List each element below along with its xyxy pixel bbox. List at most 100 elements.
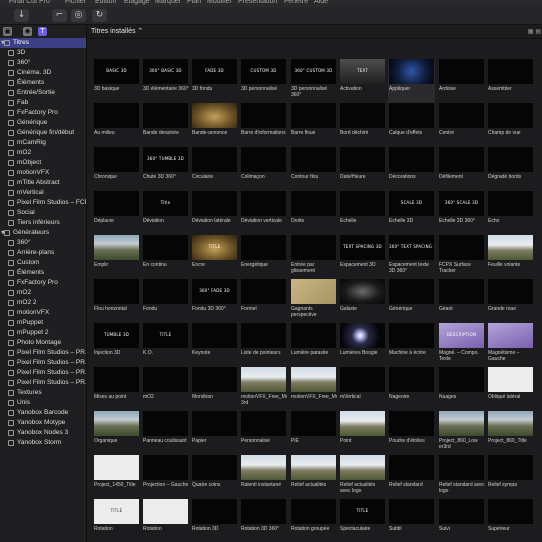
title-thumbnail[interactable] xyxy=(340,455,385,480)
title-thumbnail[interactable] xyxy=(94,411,139,436)
menu-item[interactable]: Élagage xyxy=(124,0,150,5)
title-thumbnail[interactable] xyxy=(439,235,484,260)
title-thumbnail[interactable]: 360° TUMBLE 3D xyxy=(143,147,188,172)
title-thumbnail-cell[interactable]: En continu xyxy=(142,235,189,279)
title-thumbnail[interactable] xyxy=(291,367,336,392)
title-thumbnail-cell[interactable]: Machine à écrire xyxy=(388,323,435,367)
title-thumbnail-cell[interactable]: FADE 3D 3D fondu xyxy=(191,59,238,103)
sidebar-item[interactable]: Fab xyxy=(0,98,86,108)
title-thumbnail[interactable] xyxy=(488,59,533,84)
title-thumbnail-cell[interactable]: Fondu xyxy=(142,279,189,323)
title-thumbnail-cell[interactable]: Formel xyxy=(240,279,287,323)
title-thumbnail[interactable] xyxy=(389,455,434,480)
title-thumbnail-cell[interactable]: Centré xyxy=(438,103,485,147)
title-thumbnail-cell[interactable]: Supérieur xyxy=(487,499,534,542)
sidebar-item[interactable]: Pixel Film Studios – PR... xyxy=(0,348,86,358)
sidebar-item[interactable]: Pixel Film Studios – PR... xyxy=(0,358,86,368)
title-thumbnail[interactable]: CUSTOM 3D xyxy=(241,59,286,84)
title-thumbnail[interactable] xyxy=(291,191,336,216)
title-thumbnail-cell[interactable]: motionVFX_Free_Motion_..._Title xyxy=(290,367,337,411)
title-thumbnail-cell[interactable]: TITLE K.O. xyxy=(142,323,189,367)
title-thumbnail-cell[interactable]: Quatre coins xyxy=(191,455,238,499)
title-thumbnail-cell[interactable]: motionVFX_Free_Motion_...owel 3rd xyxy=(240,367,287,411)
title-thumbnail[interactable]: FADE 3D xyxy=(192,59,237,84)
title-thumbnail-cell[interactable]: Date/Heure xyxy=(339,147,386,191)
sidebar-item[interactable]: 360° xyxy=(0,238,86,248)
title-thumbnail-cell[interactable]: CUSTOM 3D 3D personnalisé xyxy=(240,59,287,103)
title-thumbnail-cell[interactable]: 360° TUMBLE 3D Chute 3D 360° xyxy=(142,147,189,191)
title-thumbnail-cell[interactable]: 360° SCALE 3D Échelle 3D 360° xyxy=(438,191,485,235)
title-thumbnail[interactable] xyxy=(241,235,286,260)
title-thumbnail[interactable] xyxy=(488,235,533,260)
title-thumbnail[interactable] xyxy=(439,455,484,480)
title-thumbnail[interactable] xyxy=(94,103,139,128)
title-thumbnail[interactable] xyxy=(340,411,385,436)
title-thumbnail[interactable]: TITLE xyxy=(340,499,385,524)
title-thumbnail[interactable] xyxy=(488,411,533,436)
title-thumbnail[interactable] xyxy=(94,147,139,172)
title-thumbnail-cell[interactable]: Énergétique xyxy=(240,235,287,279)
title-thumbnail[interactable] xyxy=(143,455,188,480)
title-thumbnail[interactable] xyxy=(340,367,385,392)
photos-tab[interactable]: ◉ xyxy=(23,27,32,36)
title-thumbnail[interactable] xyxy=(389,59,434,84)
title-thumbnail-cell[interactable]: Circulaire xyxy=(191,147,238,191)
title-thumbnail-cell[interactable]: Bande-annonce xyxy=(191,103,238,147)
title-thumbnail-cell[interactable]: Nageoire xyxy=(388,367,435,411)
title-thumbnail[interactable] xyxy=(389,411,434,436)
sidebar-item[interactable]: mPuppet 2 xyxy=(0,328,86,338)
sidebar-item[interactable]: Générique xyxy=(0,118,86,128)
sidebar-item[interactable]: motionVFX xyxy=(0,168,86,178)
title-thumbnail[interactable]: 360° BASIC 3D xyxy=(143,59,188,84)
title-thumbnail[interactable] xyxy=(241,279,286,304)
title-thumbnail[interactable] xyxy=(488,323,533,348)
title-thumbnail[interactable] xyxy=(94,235,139,260)
title-thumbnail[interactable]: DESCRIPTION xyxy=(439,323,484,348)
title-thumbnail[interactable]: 360° SCALE 3D xyxy=(439,191,484,216)
title-thumbnail-cell[interactable]: Appliquer xyxy=(388,59,435,103)
title-thumbnail-cell[interactable]: Papier xyxy=(191,411,238,455)
sidebar-item[interactable]: FxFactory Pro xyxy=(0,108,86,118)
title-thumbnail-cell[interactable]: Mondrian xyxy=(191,367,238,411)
sidebar-item[interactable]: mTitle Abstract xyxy=(0,178,86,188)
title-thumbnail-cell[interactable]: Gagnants perspective xyxy=(290,279,337,323)
sidebar-item[interactable]: mO2 xyxy=(0,148,86,158)
title-thumbnail-cell[interactable]: Rotation groupée xyxy=(290,499,337,542)
browser-title[interactable]: Titres installés ⌃ xyxy=(91,27,143,35)
title-thumbnail[interactable] xyxy=(389,323,434,348)
title-thumbnail[interactable] xyxy=(94,191,139,216)
title-thumbnail[interactable] xyxy=(389,103,434,128)
title-thumbnail-cell[interactable]: Feuille volante xyxy=(487,235,534,279)
sidebar-item[interactable]: Yanobox Motype xyxy=(0,418,86,428)
title-thumbnail-cell[interactable]: Barre d'informations xyxy=(240,103,287,147)
sidebar-item[interactable]: mO2 2 xyxy=(0,298,86,308)
sidebar-item[interactable]: Pixel Film Studios – PR... xyxy=(0,378,86,388)
title-thumbnail[interactable] xyxy=(94,455,139,480)
title-thumbnail-cell[interactable]: Chronique xyxy=(93,147,140,191)
title-thumbnail[interactable] xyxy=(143,103,188,128)
title-thumbnail[interactable] xyxy=(291,323,336,348)
title-thumbnail-cell[interactable]: TEXT SPACING 3D Espacement 3D xyxy=(339,235,386,279)
sidebar-item[interactable]: motionVFX xyxy=(0,308,86,318)
title-thumbnail-cell[interactable]: Entrée par glissement xyxy=(290,235,337,279)
title-thumbnail-cell[interactable]: Rotation 3D xyxy=(191,499,238,542)
title-thumbnail-cell[interactable]: Défilement xyxy=(438,147,485,191)
title-thumbnail[interactable] xyxy=(241,367,286,392)
title-thumbnail[interactable] xyxy=(389,147,434,172)
title-thumbnail-cell[interactable]: Point xyxy=(339,411,386,455)
title-thumbnail-cell[interactable]: Suivi xyxy=(438,499,485,542)
title-thumbnail-cell[interactable]: 360° FADE 3D Fondu 3D 360° xyxy=(191,279,238,323)
title-thumbnail[interactable] xyxy=(291,103,336,128)
title-thumbnail[interactable] xyxy=(241,455,286,480)
title-thumbnail-cell[interactable]: mVertical xyxy=(339,367,386,411)
title-thumbnail[interactable] xyxy=(340,323,385,348)
title-thumbnail[interactable] xyxy=(192,103,237,128)
title-thumbnail-cell[interactable]: Panneau coulissant xyxy=(142,411,189,455)
sidebar-item[interactable]: Pixel Film Studios – FCP... xyxy=(0,198,86,208)
title-thumbnail-cell[interactable]: Magnétisme – Gauche xyxy=(487,323,534,367)
title-thumbnail-cell[interactable]: 360° BASIC 3D 3D élémentaire 360° xyxy=(142,59,189,103)
menu-item[interactable]: Marquer xyxy=(155,0,181,5)
title-thumbnail-cell[interactable]: Title Déviation xyxy=(142,191,189,235)
title-thumbnail-cell[interactable]: Project_860_Title xyxy=(487,411,534,455)
sidebar-item[interactable]: Textures xyxy=(0,388,86,398)
